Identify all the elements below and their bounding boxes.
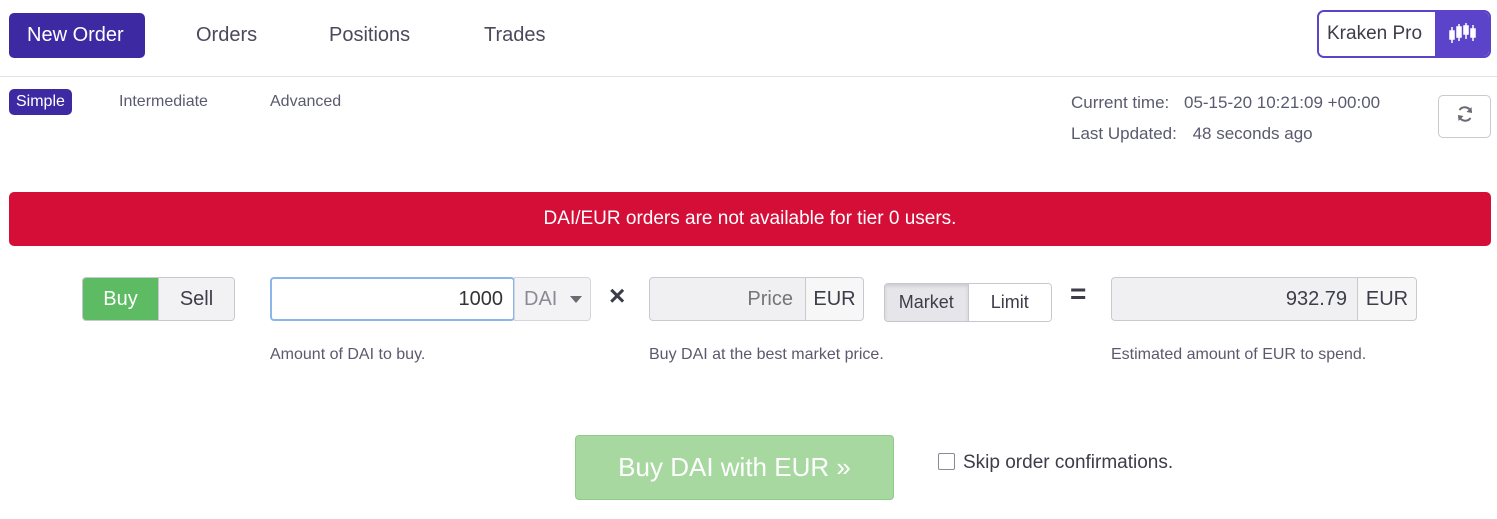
caret-down-icon [570, 296, 582, 303]
side-toggle: Buy Sell [82, 277, 235, 321]
amount-hint: Amount of DAI to buy. [270, 346, 426, 363]
last-updated: Last Updated: 48 seconds ago [1071, 124, 1313, 144]
subtab-intermediate[interactable]: Intermediate [119, 89, 208, 115]
multiply-symbol: × [609, 280, 626, 311]
buy-option[interactable]: Buy [83, 278, 158, 320]
tab-new-order[interactable]: New Order [9, 13, 145, 58]
amount-currency-label: DAI [524, 288, 558, 310]
tab-trades[interactable]: Trades [466, 13, 564, 58]
refresh-icon [1455, 104, 1475, 129]
estimate-currency: EUR [1357, 277, 1417, 321]
candlestick-chart-icon [1435, 12, 1489, 56]
last-updated-value: 48 seconds ago [1192, 124, 1313, 143]
current-time: Current time: 05-15-20 10:21:09 +00:00 [1071, 93, 1380, 113]
tab-orders[interactable]: Orders [178, 13, 275, 58]
amount-currency-select[interactable]: DAI [514, 277, 591, 321]
equals-symbol: = [1070, 278, 1087, 309]
order-type-toggle: Market Limit [884, 283, 1052, 322]
sell-option[interactable]: Sell [158, 278, 234, 320]
estimate-field: 932.79 [1111, 277, 1358, 321]
kraken-pro-label: Kraken Pro [1319, 12, 1435, 56]
skip-confirmations-checkbox[interactable] [938, 452, 955, 470]
current-time-label: Current time: [1071, 93, 1170, 112]
tier-alert: DAI/EUR orders are not available for tie… [9, 192, 1491, 246]
market-option[interactable]: Market [885, 284, 968, 321]
skip-confirmations-label[interactable]: Skip order confirmations. [963, 452, 1173, 474]
amount-input[interactable] [270, 277, 515, 321]
tab-positions[interactable]: Positions [311, 13, 428, 58]
price-input[interactable] [649, 277, 806, 321]
subtab-simple[interactable]: Simple [9, 89, 72, 115]
current-time-value: 05-15-20 10:21:09 +00:00 [1183, 93, 1381, 112]
price-hint: Buy DAI at the best market price. [649, 346, 884, 363]
subtab-advanced[interactable]: Advanced [270, 89, 341, 115]
refresh-button[interactable] [1438, 95, 1491, 138]
skip-confirmations: Skip order confirmations. [938, 452, 1173, 474]
kraken-pro-button[interactable]: Kraken Pro [1317, 10, 1491, 58]
estimate-hint: Estimated amount of EUR to spend. [1111, 346, 1367, 363]
price-currency: EUR [805, 277, 864, 321]
last-updated-label: Last Updated: [1071, 124, 1177, 143]
limit-option[interactable]: Limit [967, 284, 1051, 321]
submit-order-button[interactable]: Buy DAI with EUR » [575, 435, 894, 500]
top-navigation: New Order Orders Positions Trades Kraken… [0, 0, 1497, 77]
